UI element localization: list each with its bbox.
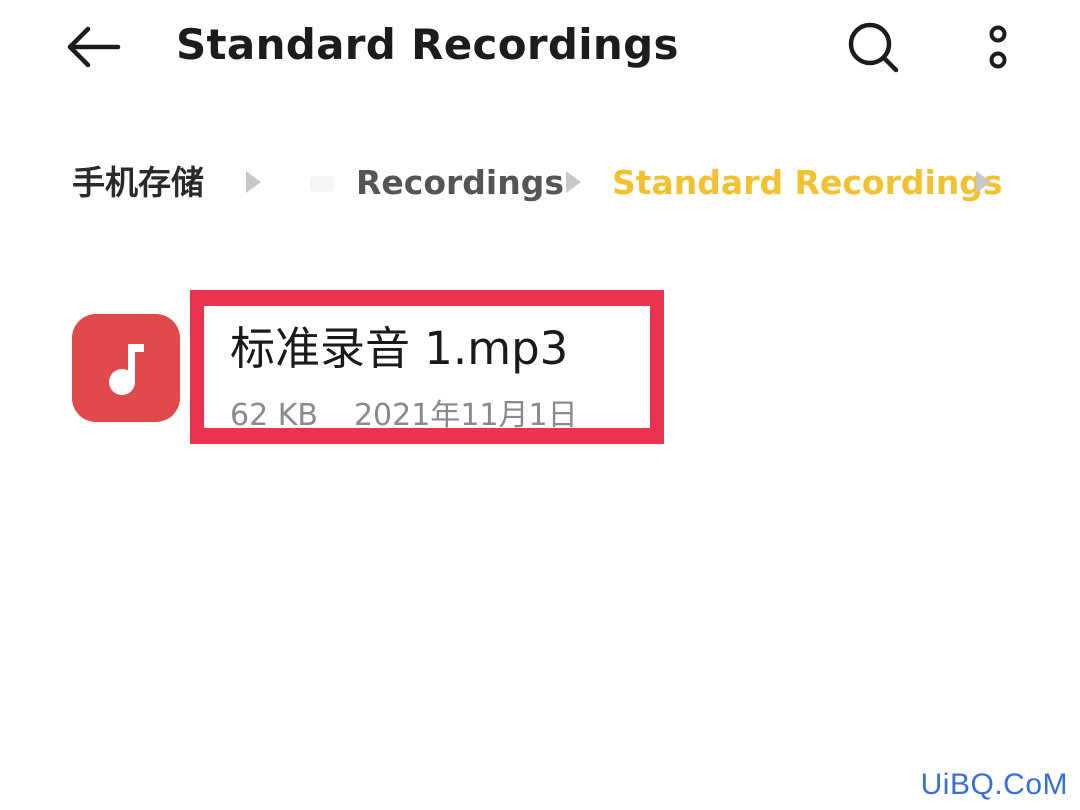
file-size: 62 KB bbox=[230, 398, 318, 433]
search-icon[interactable] bbox=[846, 20, 902, 76]
file-meta: 62 KB 2021年11月1日 bbox=[230, 390, 578, 434]
breadcrumb-separator-icon bbox=[976, 171, 991, 193]
page-title: Standard Recordings bbox=[176, 20, 679, 69]
breadcrumb: 手机存储 Recordings Standard Recordings bbox=[72, 158, 1062, 208]
breadcrumb-recordings[interactable]: Recordings bbox=[356, 158, 564, 208]
breadcrumb-root[interactable]: 手机存储 bbox=[72, 158, 204, 208]
watermark: UiBQ.CoM bbox=[920, 768, 1068, 801]
breadcrumb-separator-icon bbox=[566, 171, 581, 193]
file-date: 2021年11月1日 bbox=[353, 398, 578, 433]
file-list-item[interactable]: 标准录音 1.mp3 62 KB 2021年11月1日 bbox=[72, 290, 672, 444]
breadcrumb-hidden-segment[interactable] bbox=[310, 176, 334, 192]
file-browser-screen: Standard Recordings 手机存储 Recordings Stan… bbox=[0, 0, 1080, 810]
more-options-icon[interactable] bbox=[980, 24, 1016, 72]
music-note-icon bbox=[72, 314, 180, 422]
breadcrumb-current[interactable]: Standard Recordings bbox=[612, 158, 1003, 208]
breadcrumb-separator-icon bbox=[246, 171, 261, 193]
back-arrow-icon[interactable] bbox=[64, 24, 124, 70]
file-name: 标准录音 1.mp3 bbox=[230, 322, 569, 375]
